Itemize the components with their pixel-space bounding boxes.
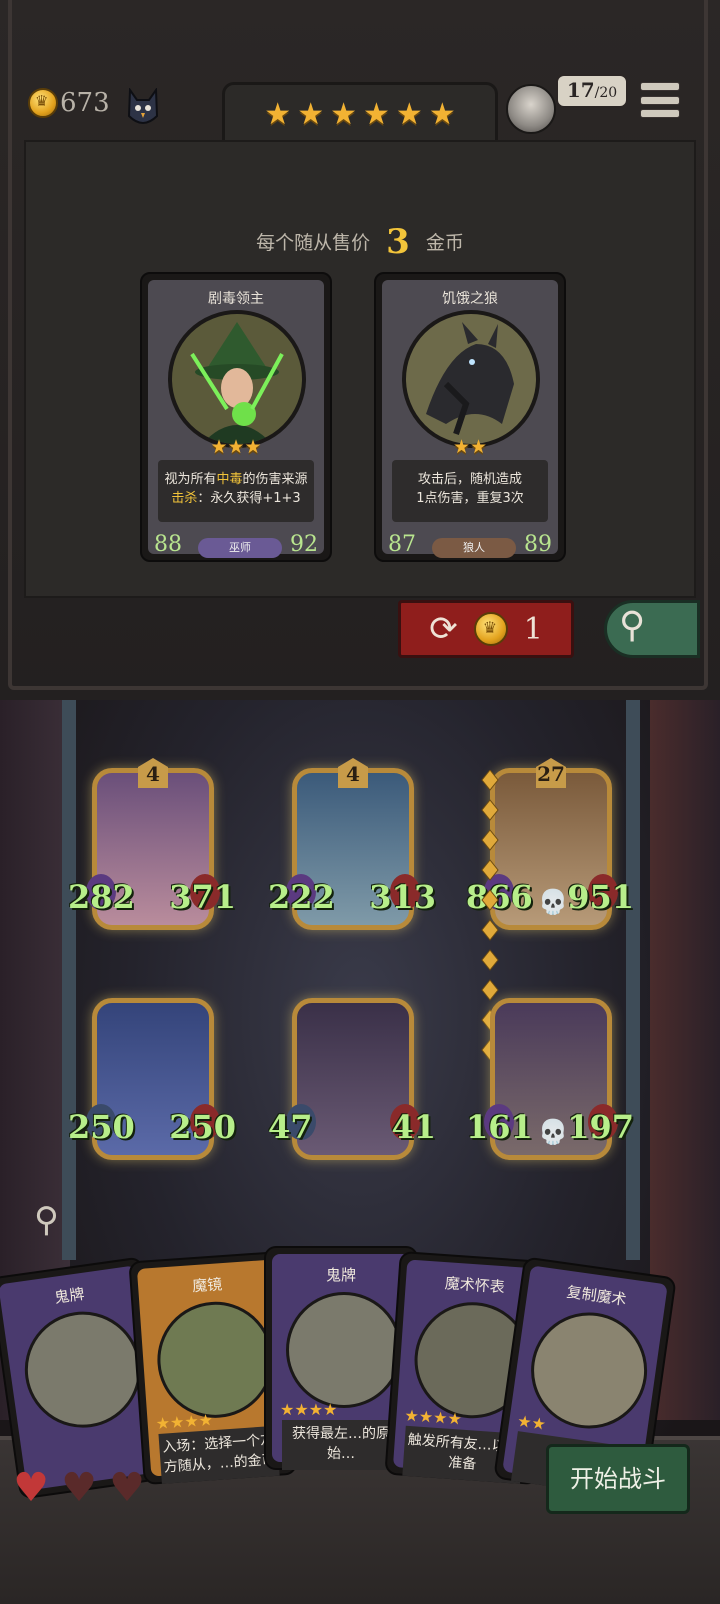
heart-icon: ♥ (13, 1465, 49, 1511)
board-minion[interactable]: 4 222 313 (268, 758, 436, 934)
card-stars: ★★★★ (280, 1400, 338, 1419)
joker-card-art (17, 1304, 149, 1436)
minion-health: 371 (169, 878, 236, 916)
gold-coin-icon (473, 612, 508, 646)
hand-card-name: 魔镜 (191, 1275, 223, 1296)
star-icon: ★ (264, 96, 292, 132)
card-stars: ★★★ (210, 436, 262, 458)
card-attack: 87 (388, 532, 416, 557)
card-description: 攻击后，随机造成 1点伤害，重复3次 (392, 460, 548, 522)
sell-price-prefix: 每个随从售价 (256, 232, 371, 254)
minion-health: 313 (369, 878, 436, 916)
minion-attack: 161 (466, 1108, 533, 1146)
minion-attack: 282 (68, 878, 135, 916)
gold-counter: 673 (28, 88, 110, 118)
hand-card-name: 复制魔术 (565, 1282, 628, 1309)
minion-health: 250 (169, 1108, 236, 1146)
shop-card-poison-lord[interactable]: 剧毒领主 ★★★ 视为所有中毒的伤害来源 击杀：永久获得+1+3 88 巫师 9… (140, 272, 332, 562)
right-pillar (626, 700, 640, 1260)
inspect-lens-icon[interactable]: ⚲ (34, 1200, 74, 1250)
card-name: 饥饿之狼 (442, 291, 498, 307)
card-attack: 88 (154, 532, 182, 557)
poison-lord-portrait (168, 310, 306, 448)
card-stars: ★★ (452, 436, 488, 458)
minion-health: 41 (391, 1108, 436, 1146)
shop-panel: 673 ★ ★ ★ ★ ★ ★ 17/20 每个随从售价 3 金币 剧毒领主 (0, 0, 720, 700)
left-pillar (62, 700, 76, 1260)
board-minion[interactable]: 47 41 (268, 988, 436, 1164)
heart-icon: ♥ (61, 1465, 97, 1511)
card-stars: ★★★★ (403, 1405, 463, 1429)
minion-health: 197 (567, 1108, 634, 1146)
hand-card-description: 获得最左…的原始… (282, 1420, 400, 1470)
refresh-shop-button[interactable]: ⟳ 1 (398, 600, 574, 658)
refresh-cost: 1 (523, 611, 543, 647)
sell-price-suffix: 金币 (425, 232, 464, 254)
board-minion[interactable]: 27 💀 866 951 (466, 758, 634, 934)
hand-card-name: 鬼牌 (53, 1284, 86, 1307)
shop-card-hungry-wolf[interactable]: 饥饿之狼 ★★ 攻击后，随机造成 1点伤害，重复3次 87 狼人 89 (374, 272, 566, 562)
minion-level: 4 (138, 758, 168, 788)
card-health: 92 (290, 532, 318, 557)
star-icon: ★ (395, 96, 423, 132)
board-minion[interactable]: 4 282 371 (68, 758, 236, 934)
star-tab: ★ ★ ★ ★ ★ ★ (222, 82, 498, 144)
minion-level: 27 (536, 758, 566, 788)
population-badge: 17/20 (556, 74, 628, 108)
minion-level: 4 (338, 758, 368, 788)
owl-icon[interactable] (126, 88, 160, 128)
start-battle-button[interactable]: 开始战斗 (546, 1444, 690, 1514)
skull-icon: 💀 (538, 1118, 568, 1146)
star-icon: ★ (297, 96, 325, 132)
card-name: 剧毒领主 (208, 291, 264, 307)
gold-value: 673 (60, 88, 110, 118)
skull-icon: 💀 (538, 888, 568, 916)
gold-coin-icon (28, 88, 58, 118)
search-icon: ⚲ (619, 605, 646, 646)
minion-attack: 250 (68, 1108, 135, 1146)
shop-board (24, 140, 696, 598)
card-health: 89 (524, 532, 552, 557)
player-avatar[interactable] (506, 84, 556, 134)
hand-card-name: 鬼牌 (325, 1266, 356, 1284)
star-icon: ★ (330, 96, 357, 132)
card-tribe: 狼人 (432, 538, 516, 558)
joker-card-art (286, 1292, 402, 1408)
search-button[interactable]: ⚲ (604, 600, 700, 658)
magic-mirror-card-art (153, 1297, 278, 1422)
population-max: /20 (594, 85, 618, 101)
refresh-icon: ⟳ (429, 609, 458, 649)
star-icon: ★ (363, 96, 390, 132)
sell-price-line: 每个随从售价 3 金币 (0, 222, 720, 262)
hungry-wolf-portrait (402, 310, 540, 448)
minion-health: 951 (567, 878, 634, 916)
sell-price-value: 3 (386, 222, 410, 262)
hand-card-description: 入场：选择一个友方随从，…的金币 (158, 1425, 280, 1484)
board-minion[interactable]: 💀 161 197 (466, 988, 634, 1164)
heart-icon: ♥ (109, 1465, 145, 1511)
population-current: 17 (566, 78, 595, 102)
card-stars: ★★ (516, 1411, 548, 1434)
minion-attack: 222 (268, 878, 335, 916)
star-icon: ★ (428, 96, 456, 132)
card-description: 视为所有中毒的伤害来源 击杀：永久获得+1+3 (158, 460, 314, 522)
minion-attack: 47 (268, 1108, 313, 1146)
board-minion[interactable]: 250 250 (68, 988, 236, 1164)
card-tribe: 巫师 (198, 538, 282, 558)
menu-icon[interactable] (640, 82, 680, 118)
